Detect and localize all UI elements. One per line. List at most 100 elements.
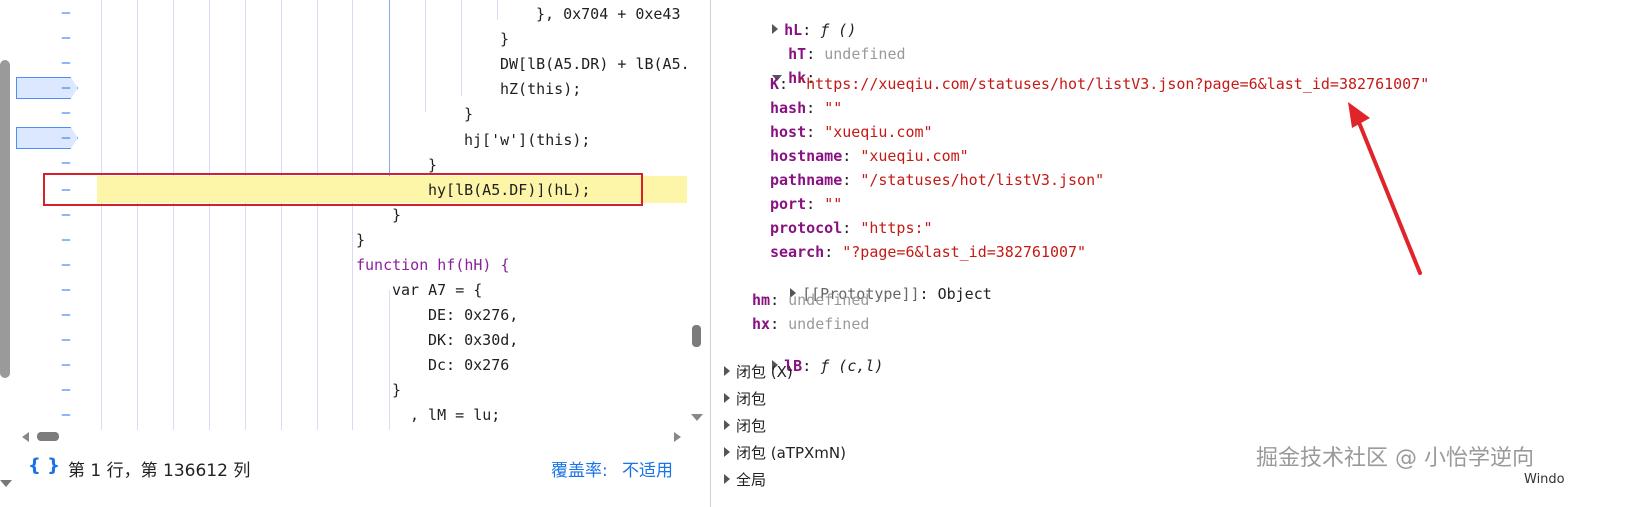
property-key: hm <box>752 291 771 309</box>
gutter-marker[interactable]: – <box>61 156 71 170</box>
coverage-value[interactable]: 不适用 <box>622 456 673 481</box>
property-value: undefined <box>788 315 870 333</box>
property-key: port <box>770 195 807 213</box>
hk-prop-host[interactable]: host: "xueqiu.com" <box>770 123 933 141</box>
expand-triangle-icon[interactable] <box>724 420 730 430</box>
property-value: "xueqiu.com" <box>860 147 969 165</box>
gutter-marker[interactable]: – <box>61 81 71 95</box>
horizontal-scrollbar-thumb[interactable] <box>37 432 59 441</box>
scope-section-label: 闭包 <box>736 390 767 408</box>
indent-guide <box>245 0 246 430</box>
expand-triangle-icon[interactable] <box>724 474 730 484</box>
gutter-marker[interactable]: – <box>61 283 71 297</box>
scroll-right-arrow-icon[interactable] <box>674 432 681 442</box>
code-line: } <box>356 231 366 249</box>
indent-guide <box>281 0 282 430</box>
gutter-marker[interactable]: – <box>61 106 71 120</box>
pretty-print-braces-icon[interactable]: { } <box>28 455 60 476</box>
code-line: } <box>428 156 438 174</box>
scope-entry-hm[interactable]: hm: undefined <box>752 291 869 309</box>
hk-prop-protocol[interactable]: protocol: "https:" <box>770 219 933 237</box>
property-key: pathname <box>770 171 843 189</box>
hk-prop-search[interactable]: search: "?page=6&last_id=382761007" <box>770 243 1086 261</box>
property-value: "?page=6&last_id=382761007" <box>842 243 1087 261</box>
scope-section-closure[interactable]: 闭包 (X) <box>724 363 793 381</box>
hk-prop-pathname[interactable]: pathname: "/statuses/hot/listV3.json" <box>770 171 1104 189</box>
indent-guide <box>137 0 138 430</box>
coverage-label[interactable]: 覆盖率: <box>551 456 608 481</box>
scope-section-label: 闭包 <box>736 417 767 435</box>
panel-scrollbar-thumb[interactable] <box>0 60 10 378</box>
gutter-marker[interactable]: – <box>61 183 71 197</box>
code-line: , lM = lu; <box>410 406 501 424</box>
indent-guide <box>173 0 174 430</box>
scroll-down-arrow-icon[interactable] <box>0 480 12 487</box>
property-value: "xueqiu.com" <box>824 123 933 141</box>
indent-guide-active <box>389 0 390 176</box>
scope-section-closure[interactable]: 闭包 (aTPXmN) <box>724 444 846 462</box>
gutter-marker[interactable]: – <box>61 233 71 247</box>
scope-section-label: 闭包 (aTPXmN) <box>736 444 846 462</box>
property-value: "" <box>824 99 843 117</box>
scope-entry-hx[interactable]: hx: undefined <box>752 315 869 333</box>
annotation-arrow <box>1348 102 1422 275</box>
code-line: hZ(this); <box>500 80 582 98</box>
code-line: hj['w'](this); <box>464 131 591 149</box>
hk-prop-hash[interactable]: hash: "" <box>770 99 842 117</box>
indent-guide <box>352 0 353 430</box>
expand-triangle-icon[interactable] <box>724 366 730 376</box>
gutter-marker[interactable]: – <box>61 208 71 222</box>
scroll-left-arrow-icon[interactable] <box>22 432 29 442</box>
property-key: host <box>770 123 807 141</box>
cursor-position: 第 1 行，第 136612 列 <box>68 461 251 481</box>
gutter-marker[interactable]: – <box>61 333 71 347</box>
scope-section-global[interactable]: 全局 <box>724 471 766 489</box>
indent-guide <box>425 0 426 112</box>
property-value: undefined <box>824 45 906 63</box>
code-line: DE: 0x276, <box>428 306 519 324</box>
gutter-marker[interactable]: – <box>61 31 71 45</box>
scope-section-label: 闭包 (X) <box>736 363 793 381</box>
indent-guide <box>209 0 210 430</box>
gutter-marker[interactable]: – <box>61 6 71 20</box>
gutter-marker[interactable]: – <box>61 131 71 145</box>
scope-section-closure[interactable]: 闭包 <box>724 417 766 435</box>
gutter-marker[interactable]: – <box>61 358 71 372</box>
property-key: protocol <box>770 219 843 237</box>
gutter-marker[interactable]: – <box>61 308 71 322</box>
source-editor[interactable]: – – – – – – – – – – – – – – – – – }, 0x7… <box>0 0 712 507</box>
property-key: hash <box>770 99 807 117</box>
gutter-marker[interactable]: – <box>61 383 71 397</box>
code-line: var A7 = { <box>392 281 483 299</box>
property-value: "" <box>824 195 843 213</box>
indent-guide <box>101 0 102 430</box>
property-value: undefined <box>788 291 870 309</box>
panel-divider[interactable] <box>710 0 711 507</box>
property-value: "https:" <box>860 219 933 237</box>
code-line: } <box>500 30 510 48</box>
gutter-marker[interactable]: – <box>61 56 71 70</box>
indent-guide <box>497 0 498 20</box>
scope-section-closure[interactable]: 闭包 <box>724 390 766 408</box>
window-text-fragment: Windo <box>1524 472 1565 487</box>
property-key: hx <box>752 315 771 333</box>
property-key: K <box>770 75 780 93</box>
gutter-marker[interactable]: – <box>61 408 71 422</box>
expand-triangle-icon[interactable] <box>724 393 730 403</box>
scope-panel: hL: ƒ () hT: undefined hk: K: "https://x… <box>712 0 1641 507</box>
indent-guide <box>317 0 318 430</box>
property-key: search <box>770 243 825 261</box>
code-line: Dc: 0x276 <box>428 356 510 374</box>
gutter-marker[interactable]: – <box>61 258 71 272</box>
code-line: function hf(hH) { <box>356 256 510 274</box>
code-line: }, 0x704 + 0xe43 <box>536 5 681 23</box>
scroll-down-arrow-icon[interactable] <box>691 414 703 421</box>
property-value: Object <box>937 285 992 303</box>
code-line: } <box>392 381 402 399</box>
scope-section-label: 全局 <box>736 471 767 489</box>
code-scrollbar-thumb[interactable] <box>692 325 701 347</box>
expand-triangle-icon[interactable] <box>724 447 730 457</box>
code-line: } <box>392 206 402 224</box>
hk-prop-hostname[interactable]: hostname: "xueqiu.com" <box>770 147 969 165</box>
hk-prop-port[interactable]: port: "" <box>770 195 842 213</box>
